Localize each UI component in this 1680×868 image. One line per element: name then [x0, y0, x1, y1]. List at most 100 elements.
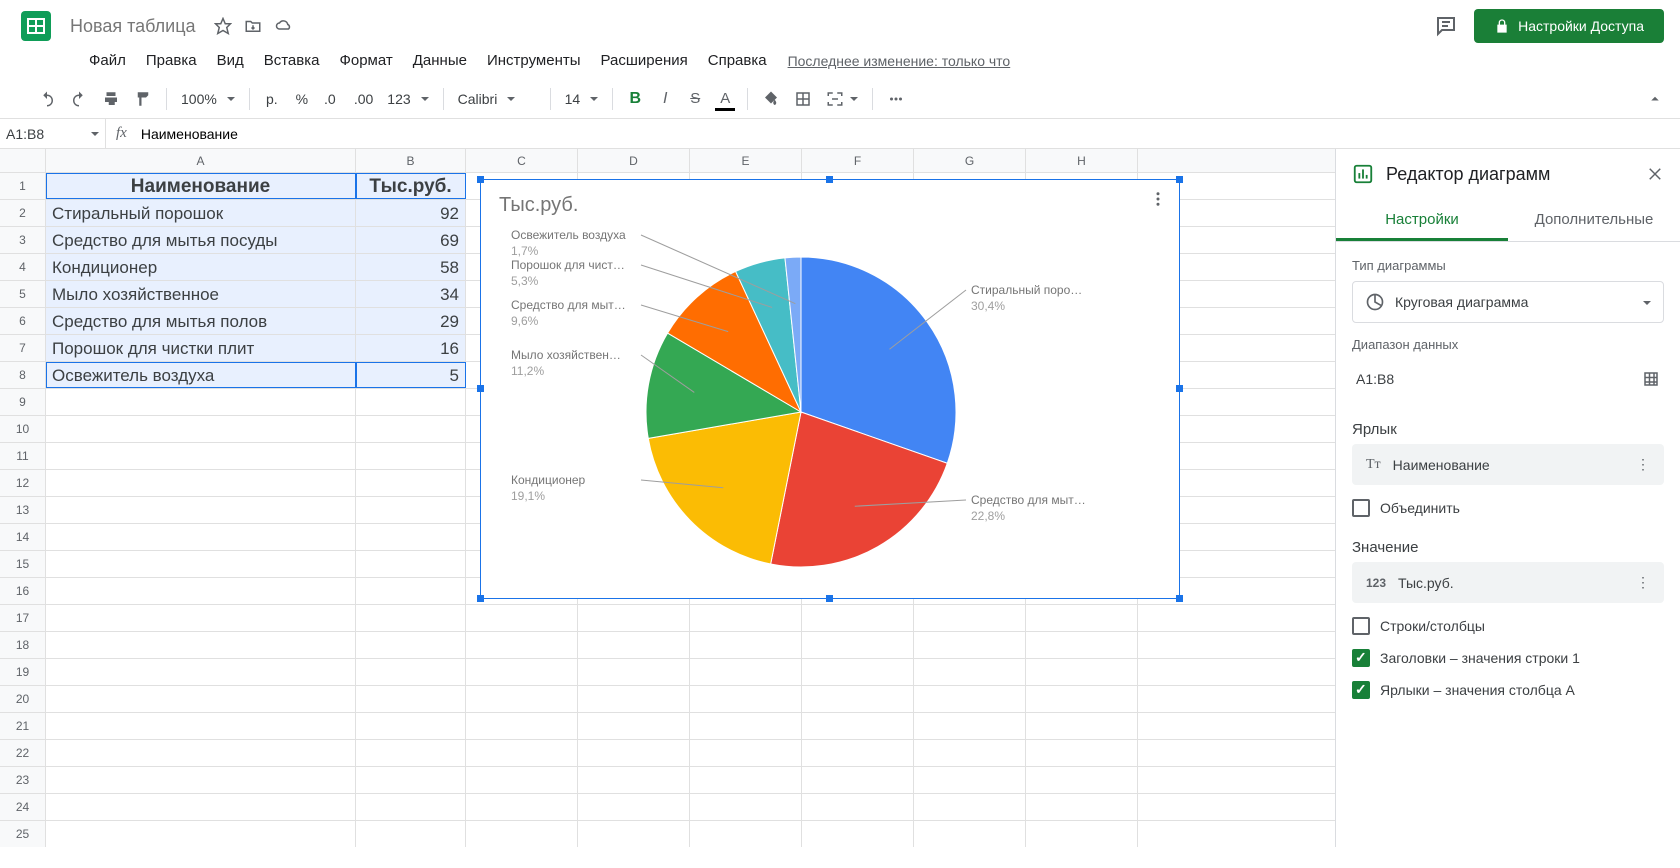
- text-color-button[interactable]: A: [711, 85, 739, 113]
- cell[interactable]: [802, 632, 914, 658]
- menu-help[interactable]: Справка: [699, 48, 776, 73]
- cell[interactable]: [802, 605, 914, 631]
- cell[interactable]: [46, 659, 356, 685]
- font-size-select[interactable]: 14: [559, 87, 605, 111]
- menu-data[interactable]: Данные: [404, 48, 476, 73]
- cell[interactable]: [802, 686, 914, 712]
- cell[interactable]: [1026, 740, 1138, 766]
- cell[interactable]: [1026, 686, 1138, 712]
- move-folder-icon[interactable]: [244, 17, 262, 35]
- cell[interactable]: [802, 659, 914, 685]
- cell[interactable]: [914, 605, 1026, 631]
- cell[interactable]: [46, 713, 356, 739]
- strikethrough-button[interactable]: S: [681, 85, 709, 113]
- cell[interactable]: [1026, 713, 1138, 739]
- cell[interactable]: [802, 740, 914, 766]
- cell[interactable]: [914, 659, 1026, 685]
- cell[interactable]: [466, 740, 578, 766]
- row-header[interactable]: 13: [0, 497, 46, 523]
- resize-handle[interactable]: [477, 176, 484, 183]
- cell[interactable]: [690, 686, 802, 712]
- decrease-decimal-button[interactable]: .0: [318, 85, 346, 113]
- row-header[interactable]: 2: [0, 200, 46, 226]
- cloud-status-icon[interactable]: [274, 17, 294, 35]
- undo-icon[interactable]: [32, 85, 62, 113]
- menu-extensions[interactable]: Расширения: [592, 48, 697, 73]
- col-header-D[interactable]: D: [578, 149, 690, 172]
- cell[interactable]: [356, 659, 466, 685]
- print-icon[interactable]: [96, 85, 126, 113]
- resize-handle[interactable]: [826, 176, 833, 183]
- chart-menu-icon[interactable]: [1149, 190, 1167, 208]
- cell[interactable]: [578, 686, 690, 712]
- cell[interactable]: [466, 632, 578, 658]
- cell[interactable]: [1026, 821, 1138, 847]
- more-icon[interactable]: ⋮: [1636, 456, 1650, 473]
- cell[interactable]: [578, 767, 690, 793]
- cell[interactable]: [914, 821, 1026, 847]
- cell[interactable]: [1026, 767, 1138, 793]
- select-range-icon[interactable]: [1642, 370, 1660, 388]
- cell[interactable]: [914, 740, 1026, 766]
- cell[interactable]: [46, 389, 356, 415]
- chart-object[interactable]: Тыс.руб. Стиральный поро…30,4%Средство д…: [480, 179, 1180, 599]
- cell[interactable]: Средство для мытья посуды: [46, 227, 356, 253]
- fill-color-icon[interactable]: [756, 85, 786, 113]
- data-range-value[interactable]: A1:B8: [1356, 371, 1634, 387]
- row-header[interactable]: 18: [0, 632, 46, 658]
- cell[interactable]: [466, 821, 578, 847]
- formula-input[interactable]: [137, 126, 1680, 142]
- row-header[interactable]: 24: [0, 794, 46, 820]
- row-header[interactable]: 25: [0, 821, 46, 847]
- currency-format-button[interactable]: р.: [258, 85, 286, 113]
- row-header[interactable]: 8: [0, 362, 46, 388]
- menu-file[interactable]: Файл: [80, 48, 135, 73]
- paint-format-icon[interactable]: [128, 85, 158, 113]
- cell[interactable]: [356, 578, 466, 604]
- cell[interactable]: 5: [356, 362, 466, 388]
- cell[interactable]: [690, 713, 802, 739]
- collapse-toolbar-icon[interactable]: [1640, 85, 1670, 113]
- cell[interactable]: [356, 524, 466, 550]
- cell[interactable]: [356, 821, 466, 847]
- cell[interactable]: [46, 416, 356, 442]
- menu-edit[interactable]: Правка: [137, 48, 206, 73]
- cell[interactable]: 58: [356, 254, 466, 280]
- cell[interactable]: [46, 470, 356, 496]
- document-title[interactable]: Новая таблица: [64, 14, 202, 39]
- merge-cells-icon[interactable]: [820, 85, 864, 113]
- cell[interactable]: [690, 821, 802, 847]
- cell[interactable]: [466, 713, 578, 739]
- row-header[interactable]: 22: [0, 740, 46, 766]
- cell[interactable]: 29: [356, 308, 466, 334]
- cell[interactable]: [690, 659, 802, 685]
- col-header-E[interactable]: E: [690, 149, 802, 172]
- cell[interactable]: [690, 740, 802, 766]
- cell[interactable]: [1026, 794, 1138, 820]
- row-header[interactable]: 19: [0, 659, 46, 685]
- cell[interactable]: [46, 578, 356, 604]
- tab-setup[interactable]: Настройки: [1336, 199, 1508, 241]
- label-chip[interactable]: Tт Наименование ⋮: [1352, 444, 1664, 485]
- cell[interactable]: [46, 524, 356, 550]
- cell[interactable]: [46, 443, 356, 469]
- cell[interactable]: 34: [356, 281, 466, 307]
- chart-title[interactable]: Тыс.руб.: [481, 180, 1179, 217]
- cell[interactable]: [578, 794, 690, 820]
- row-header[interactable]: 10: [0, 416, 46, 442]
- cell[interactable]: [356, 767, 466, 793]
- bold-button[interactable]: B: [621, 85, 649, 113]
- cell[interactable]: [46, 632, 356, 658]
- menu-tools[interactable]: Инструменты: [478, 48, 590, 73]
- row-header[interactable]: 15: [0, 551, 46, 577]
- value-chip[interactable]: 123 Тыс.руб. ⋮: [1352, 562, 1664, 603]
- cell[interactable]: [356, 416, 466, 442]
- increase-decimal-button[interactable]: .00: [348, 85, 379, 113]
- cell[interactable]: [578, 605, 690, 631]
- close-icon[interactable]: [1646, 165, 1664, 183]
- cell[interactable]: [356, 686, 466, 712]
- checkbox-icon[interactable]: [1352, 499, 1370, 517]
- cell[interactable]: [1026, 659, 1138, 685]
- cell[interactable]: [802, 713, 914, 739]
- col-header-F[interactable]: F: [802, 149, 914, 172]
